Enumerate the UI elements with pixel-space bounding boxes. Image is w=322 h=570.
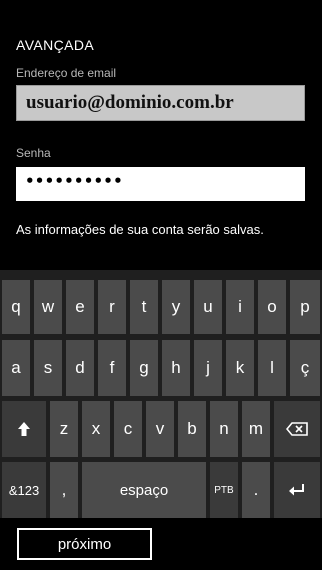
key-c[interactable]: c [114, 401, 142, 457]
numbers-key[interactable]: &123 [2, 462, 46, 518]
info-text: As informações de sua conta serão salvas… [16, 222, 264, 237]
key-k[interactable]: k [226, 340, 254, 396]
shift-arrow-icon [18, 422, 30, 436]
email-label: Endereço de email [16, 66, 117, 80]
key-w[interactable]: w [34, 280, 62, 334]
key-f[interactable]: f [98, 340, 126, 396]
section-title: AVANÇADA [16, 37, 95, 53]
password-label: Senha [16, 146, 51, 160]
key-s[interactable]: s [34, 340, 62, 396]
language-key[interactable]: PTB [210, 462, 238, 518]
next-button[interactable]: próximo [17, 528, 152, 560]
advanced-setup-screen: AVANÇADA Endereço de email usuario@domin… [0, 0, 322, 570]
period-key[interactable]: . [242, 462, 270, 518]
key-n[interactable]: n [210, 401, 238, 457]
key-r[interactable]: r [98, 280, 126, 334]
backspace-icon [286, 422, 308, 436]
enter-key[interactable] [274, 462, 320, 518]
space-key[interactable]: espaço [82, 462, 206, 518]
key-p[interactable]: p [290, 280, 320, 334]
key-j[interactable]: j [194, 340, 222, 396]
key-d[interactable]: d [66, 340, 94, 396]
key-a[interactable]: a [2, 340, 30, 396]
key-x[interactable]: x [82, 401, 110, 457]
key-z[interactable]: z [50, 401, 78, 457]
email-field[interactable]: usuario@dominio.com.br [16, 85, 305, 121]
comma-key[interactable]: , [50, 462, 78, 518]
key-m[interactable]: m [242, 401, 270, 457]
key-b[interactable]: b [178, 401, 206, 457]
key-o[interactable]: o [258, 280, 286, 334]
key-c-cedilla[interactable]: ç [290, 340, 320, 396]
key-h[interactable]: h [162, 340, 190, 396]
key-t[interactable]: t [130, 280, 158, 334]
key-g[interactable]: g [130, 340, 158, 396]
enter-icon [289, 484, 304, 496]
email-value: usuario@dominio.com.br [26, 92, 234, 113]
key-u[interactable]: u [194, 280, 222, 334]
key-q[interactable]: q [2, 280, 30, 334]
key-y[interactable]: y [162, 280, 190, 334]
key-i[interactable]: i [226, 280, 254, 334]
key-v[interactable]: v [146, 401, 174, 457]
key-e[interactable]: e [66, 280, 94, 334]
key-l[interactable]: l [258, 340, 286, 396]
password-value: •••••••••• [25, 172, 123, 190]
backspace-key[interactable] [274, 401, 320, 457]
password-field[interactable]: •••••••••• [16, 167, 305, 201]
shift-key[interactable] [2, 401, 46, 457]
